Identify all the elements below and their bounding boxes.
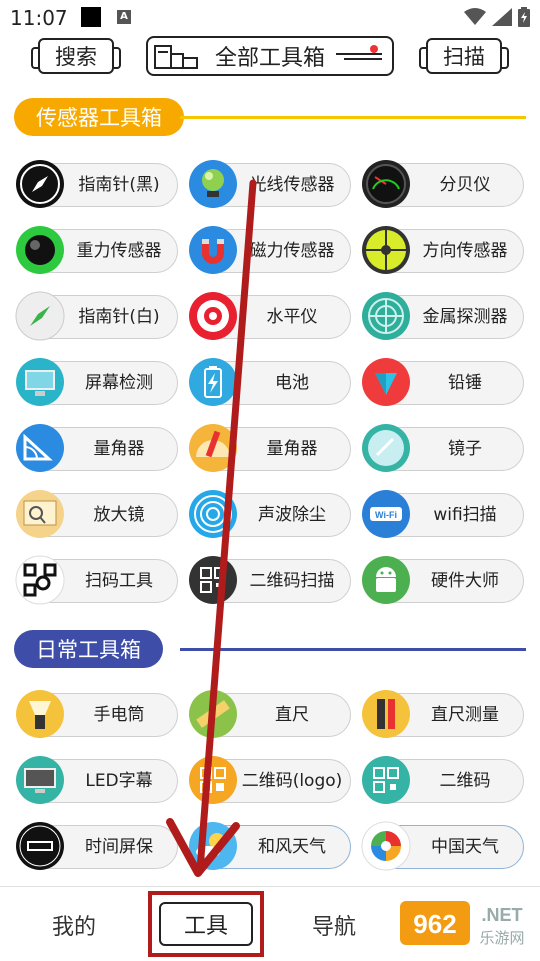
protractor-pencil-icon <box>188 423 238 473</box>
daily-section-title: 日常工具箱 <box>14 630 163 668</box>
sensor-section-header: 传感器工具箱 <box>0 98 540 138</box>
wifi-signal-icon <box>464 8 486 25</box>
tool-qr-logo[interactable]: 二维码(logo) <box>189 756 351 804</box>
ruler-icon <box>188 689 238 739</box>
status-icons <box>464 6 530 28</box>
led-monitor-icon <box>15 755 65 805</box>
battery-icon <box>188 357 238 407</box>
page-title: 全部工具箱 <box>214 46 325 71</box>
tool-magnetic-sensor[interactable]: 磁力传感器 <box>189 226 351 274</box>
watermark-site: 乐游网 <box>479 930 524 947</box>
tool-ruler-measure[interactable]: 直尺测量 <box>362 690 524 738</box>
bottom-nav: 我的 工具 导航 962 .NET 乐游网 <box>0 886 540 961</box>
top-bar: 搜索 全部工具箱 扫描 <box>0 36 540 80</box>
search-button[interactable]: 搜索 <box>31 38 121 74</box>
notification-a-icon: A <box>117 10 131 24</box>
flashlight-icon <box>15 689 65 739</box>
tool-wifi-scan[interactable]: Wi-Fi wifi扫描 <box>362 490 524 538</box>
decibel-meter-icon <box>361 159 411 209</box>
tool-qr-scan[interactable]: 扫码工具 <box>15 555 178 605</box>
android-icon <box>361 555 411 605</box>
tool-level[interactable]: 水平仪 <box>189 292 351 340</box>
tool-china-weather[interactable]: 中国天气 <box>361 821 524 871</box>
annotation-arrow <box>166 179 257 877</box>
watermark-net: .NET <box>481 905 522 925</box>
ruler-measure-icon <box>361 689 411 739</box>
decorative-lines-icon <box>336 45 382 60</box>
notification-square-icon <box>81 7 101 27</box>
protractor-icon <box>15 423 65 473</box>
qr-logo-icon <box>188 755 238 805</box>
nav-tools-highlight: 工具 <box>148 891 264 957</box>
qr-code-icon <box>188 555 238 605</box>
tool-battery[interactable]: 电池 <box>189 358 351 406</box>
tool-protractor[interactable]: 量角器 <box>16 424 178 472</box>
compass-white-icon <box>15 291 65 341</box>
light-sensor-icon <box>188 159 238 209</box>
weather-sun-cloud-icon <box>188 821 238 871</box>
status-time: 11:07 <box>10 6 68 30</box>
tool-qr-code-scan[interactable]: 二维码扫描 <box>189 556 351 604</box>
monitor-check-icon <box>15 357 65 407</box>
status-bar: 11:07 A <box>0 0 540 34</box>
tool-led-subtitle[interactable]: LED字幕 <box>16 756 178 804</box>
tool-sound-dust[interactable]: 声波除尘 <box>189 490 351 538</box>
wifi-icon: Wi-Fi <box>361 489 411 539</box>
tool-protractor-2[interactable]: 量角器 <box>189 424 351 472</box>
direction-sensor-icon <box>361 225 411 275</box>
qr-basic-icon <box>361 755 411 805</box>
building-icon <box>154 45 198 69</box>
scan-button-label: 扫描 <box>443 45 485 69</box>
tool-plumb-bob[interactable]: 铅锤 <box>362 358 524 406</box>
tool-compass-black[interactable]: 指南针(黑) <box>16 160 178 208</box>
battery-status-icon <box>518 7 530 27</box>
daily-section-divider <box>180 648 526 651</box>
svg-text:Wi-Fi: Wi-Fi <box>375 510 397 520</box>
clock-screensaver-icon <box>15 821 65 871</box>
scan-button[interactable]: 扫描 <box>419 38 509 74</box>
gravity-ball-icon <box>15 225 65 275</box>
mirror-icon <box>361 423 411 473</box>
nav-tools[interactable]: 工具 <box>159 902 253 946</box>
qr-scan-icon <box>15 555 65 605</box>
nav-tools-label: 工具 <box>183 914 228 939</box>
nav-navigation[interactable]: 导航 <box>312 909 356 941</box>
tool-gravity-sensor[interactable]: 重力传感器 <box>16 226 178 274</box>
level-target-icon <box>188 291 238 341</box>
tool-direction-sensor[interactable]: 方向传感器 <box>362 226 524 274</box>
magnifier-book-icon <box>15 489 65 539</box>
sound-wave-icon <box>188 489 238 539</box>
tool-hefeng-weather[interactable]: 和风天气 <box>189 822 351 870</box>
tool-compass-white[interactable]: 指南针(白) <box>15 291 178 341</box>
tool-magnifier[interactable]: 放大镜 <box>16 490 178 538</box>
daily-section-header: 日常工具箱 <box>0 630 540 670</box>
tool-screen-check[interactable]: 屏幕检测 <box>16 358 178 406</box>
tool-qr-basic[interactable]: 二维码 <box>362 756 524 804</box>
tool-metal-detector[interactable]: 金属探测器 <box>362 292 524 340</box>
plumb-bob-icon <box>361 357 411 407</box>
tool-decibel-meter[interactable]: 分贝仪 <box>362 160 524 208</box>
tool-ruler[interactable]: 直尺 <box>189 690 351 738</box>
tool-mirror[interactable]: 镜子 <box>362 424 524 472</box>
tool-flashlight[interactable]: 手电筒 <box>16 690 178 738</box>
tool-light-sensor[interactable]: 光线传感器 <box>189 160 351 208</box>
watermark-brand: 962 <box>413 909 456 939</box>
search-button-label: 搜索 <box>55 45 97 69</box>
nav-mine[interactable]: 我的 <box>52 909 96 941</box>
sensor-section-title: 传感器工具箱 <box>14 98 184 136</box>
tool-time-screensaver[interactable]: 时间屏保 <box>16 822 178 870</box>
watermark-logo: 962 .NET 乐游网 <box>400 899 534 949</box>
sensor-section-divider <box>180 116 526 119</box>
tool-hardware-master[interactable]: 硬件大师 <box>362 556 524 604</box>
metal-detector-icon <box>361 291 411 341</box>
china-weather-icon <box>361 821 411 871</box>
magnet-icon <box>188 225 238 275</box>
all-tools-title-box[interactable]: 全部工具箱 <box>146 36 394 76</box>
compass-black-icon <box>15 159 65 209</box>
cell-signal-icon <box>492 8 512 26</box>
